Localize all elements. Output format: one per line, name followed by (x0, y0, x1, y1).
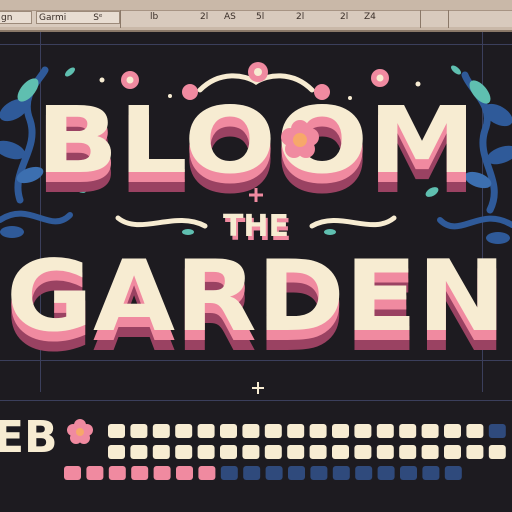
glyph-row-label: EB (0, 412, 58, 463)
glyph-cell[interactable] (153, 466, 171, 480)
glyph-cell[interactable] (444, 466, 462, 480)
glyph-cell[interactable] (488, 445, 506, 459)
small-flower-icon (67, 419, 93, 444)
glyph-cell[interactable] (197, 445, 215, 459)
glyph-cell[interactable] (197, 424, 215, 438)
glyph-cell[interactable] (175, 424, 193, 438)
glyph-cell[interactable] (220, 466, 238, 480)
glyph-cell[interactable] (130, 424, 148, 438)
glyph-cell[interactable] (242, 424, 260, 438)
leaf-icon (182, 229, 194, 235)
glyph-cell[interactable] (108, 466, 126, 480)
glyph-cell[interactable] (287, 424, 305, 438)
title-line-1-face: BLOOM (36, 87, 476, 194)
crosshair-icon (252, 382, 264, 394)
title-line-3-face: GARDEN (6, 240, 506, 354)
glyph-cell[interactable] (377, 466, 395, 480)
glyph-cell[interactable] (152, 445, 170, 459)
glyph-cell[interactable] (400, 466, 417, 480)
glyph-cell[interactable] (198, 466, 216, 480)
title-line-3: GARDEN GARDEN GARDEN (6, 240, 506, 374)
glyph-cell[interactable] (86, 466, 104, 480)
glyph-cell[interactable] (265, 466, 283, 480)
artwork: BLOOM BLOOM BLOOM THE THE GARDEN GARDEN … (0, 62, 512, 480)
glyph-cell[interactable] (376, 445, 394, 459)
glyph-cell[interactable] (421, 445, 439, 459)
glyph-cell[interactable] (175, 445, 193, 459)
glyph-cell[interactable] (288, 466, 305, 480)
glyph-cell[interactable] (354, 424, 372, 438)
glyph-cell[interactable] (309, 445, 327, 459)
glyph-cell[interactable] (176, 466, 193, 480)
glyph-cell[interactable] (466, 424, 484, 438)
glyph-cell[interactable] (242, 445, 260, 459)
glyph-cell[interactable] (309, 424, 327, 438)
glyph-cell[interactable] (399, 424, 417, 438)
leaf-icon (324, 229, 336, 235)
glyph-cell[interactable] (264, 424, 282, 438)
glyph-cell[interactable] (444, 424, 461, 438)
glyph-cell[interactable] (64, 466, 81, 480)
glyph-cell[interactable] (243, 466, 261, 480)
glyph-cell[interactable] (130, 445, 148, 459)
glyph-cell[interactable] (444, 445, 461, 459)
glyph-cell[interactable] (466, 445, 484, 459)
left-swirl-icon (115, 215, 208, 229)
glyph-cell[interactable] (220, 424, 237, 438)
glyph-cell[interactable] (399, 445, 417, 459)
glyph-cell[interactable] (332, 424, 349, 438)
glyph-cell[interactable] (354, 445, 372, 459)
glyph-cell[interactable] (264, 445, 282, 459)
title-line-2-face: THE (223, 209, 289, 244)
glyph-cell[interactable] (332, 445, 349, 459)
glyph-grid[interactable] (64, 424, 506, 480)
glyph-cell[interactable] (421, 424, 439, 438)
glyph-cell[interactable] (355, 466, 373, 480)
glyph-cell[interactable] (422, 466, 440, 480)
glyph-cell[interactable] (488, 424, 506, 438)
glyph-cell[interactable] (310, 466, 328, 480)
glyph-cell[interactable] (376, 424, 394, 438)
glyph-cell[interactable] (332, 466, 350, 480)
glyph-cell[interactable] (108, 445, 125, 459)
right-swirl-icon (309, 215, 397, 229)
glyph-cell[interactable] (287, 445, 305, 459)
glyph-cell[interactable] (152, 424, 170, 438)
glyph-cell[interactable] (131, 466, 149, 480)
glyph-cell[interactable] (220, 445, 237, 459)
glyph-cell[interactable] (108, 424, 125, 438)
